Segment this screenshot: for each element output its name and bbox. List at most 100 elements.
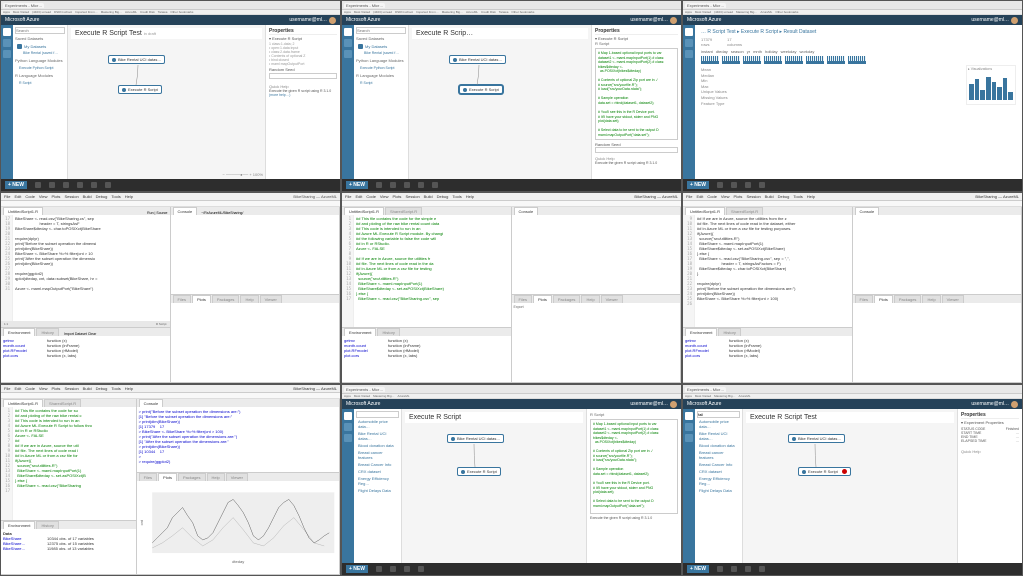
editor-tab[interactable]: SharedScript.R xyxy=(385,207,422,215)
globe-icon[interactable] xyxy=(344,39,352,47)
palette-item[interactable]: Bike Rental (saved f… xyxy=(15,50,65,56)
new-button[interactable]: + NEW xyxy=(346,565,368,573)
module-node[interactable]: Execute R Script xyxy=(118,85,162,94)
new-button[interactable]: + NEW xyxy=(687,181,709,189)
zoom-controls[interactable]: − ─────●── + 100% xyxy=(223,172,264,177)
left-rail[interactable] xyxy=(1,25,13,179)
source-editor[interactable]: 1234567891011121314151617 ## This file c… xyxy=(342,215,511,327)
browser-tabs[interactable]: Experiments - Micr… xyxy=(342,385,681,394)
env-tab[interactable]: Environment xyxy=(3,328,35,336)
discard-icon[interactable] xyxy=(63,182,69,188)
plots-tab[interactable]: Plots xyxy=(192,295,211,303)
more-help-link[interactable]: (more help…) xyxy=(269,93,337,97)
editor-tabs[interactable]: UntitledScript1.RRun | Source xyxy=(1,207,170,215)
publish-icon[interactable] xyxy=(91,182,97,188)
history-tab[interactable]: History xyxy=(36,328,58,336)
command-bar[interactable]: + NEW xyxy=(1,179,340,191)
avatar[interactable] xyxy=(1011,401,1018,408)
save-as-icon[interactable] xyxy=(49,182,55,188)
r-script-editor[interactable]: # Map 1-based optional input ports to va… xyxy=(590,419,678,514)
flask-icon[interactable] xyxy=(3,28,11,36)
editor-tab[interactable]: UntitledScript1.R xyxy=(3,399,43,407)
r-script-editor[interactable]: # Map 1-based optional input ports to va… xyxy=(595,48,678,140)
search-input[interactable] xyxy=(356,411,399,418)
gear-icon[interactable] xyxy=(344,50,352,58)
console-pane[interactable]: > print("Before the subset operation the… xyxy=(137,407,339,472)
random-seed-input[interactable] xyxy=(269,73,337,79)
section-header[interactable]: ▾ Execute R Script xyxy=(269,36,337,41)
experiment-canvas[interactable]: Execute R Scrip… Bike Rental UCI datas… … xyxy=(409,25,591,179)
user-name[interactable]: username@ml… xyxy=(289,17,327,23)
palette-item[interactable]: R Script xyxy=(15,80,65,86)
random-seed-input[interactable] xyxy=(595,147,678,153)
menu-bar[interactable]: FileEditCodeViewPlotsSessionBuildDebugTo… xyxy=(683,193,1022,201)
dataset-node[interactable]: Bike Rental UCI datas… xyxy=(447,434,504,443)
palette-item[interactable]: Bike Rental (saved f… xyxy=(356,50,406,56)
flask-icon[interactable] xyxy=(344,28,352,36)
globe-icon[interactable] xyxy=(3,39,11,47)
editor-tab[interactable]: UntitledScript1.R xyxy=(344,207,384,215)
browser-tabs[interactable]: Experiments - Micr… xyxy=(1,1,340,10)
breadcrumb[interactable]: … R Script Test ▸ Execute R Script ▸ Res… xyxy=(701,29,1016,35)
save-icon[interactable] xyxy=(35,182,41,188)
console-pane[interactable] xyxy=(171,215,340,294)
viewer-tab[interactable]: Viewer xyxy=(260,295,282,303)
run-icon[interactable] xyxy=(77,182,83,188)
console-pane[interactable] xyxy=(512,215,681,294)
palette-group[interactable]: R Language Modules xyxy=(15,73,65,78)
left-rail[interactable] xyxy=(683,25,695,179)
source-editor[interactable]: 91011121314151617181920212223242526 ## I… xyxy=(683,215,852,327)
new-button[interactable]: + NEW xyxy=(5,181,27,189)
packages-tab[interactable]: Packages xyxy=(212,295,240,303)
avatar[interactable] xyxy=(329,17,336,24)
palette-item[interactable]: Execute Python Script xyxy=(15,65,65,71)
experiment-title[interactable]: Execute R Script Test in draft xyxy=(71,28,262,39)
module-node-selected[interactable]: Execute R Script xyxy=(459,85,503,94)
editor-tab[interactable]: UntitledScript1.R xyxy=(685,207,725,215)
palette-item[interactable]: My Datasets xyxy=(356,43,406,50)
experiment-title[interactable]: Execute R Scrip… xyxy=(412,28,588,39)
new-button[interactable]: + NEW xyxy=(346,181,368,189)
environment-pane[interactable]: getmvfunction (x) month.countfunction (i… xyxy=(342,336,511,382)
experiment-canvas[interactable]: Execute R Script Test in draft Bike Rent… xyxy=(68,25,265,179)
palette-group[interactable]: Saved Datasets xyxy=(15,36,65,41)
palette-item[interactable]: My Datasets xyxy=(15,43,65,50)
console-tab[interactable]: Console xyxy=(173,207,198,215)
export-button[interactable]: Export xyxy=(514,305,524,309)
browser-tabs[interactable]: Experiments - Micr… xyxy=(683,1,1022,10)
dataset-node[interactable]: Bike Rental UCI datas… xyxy=(449,55,506,64)
browser-tabs[interactable]: Experiments - Micr… xyxy=(683,385,1022,394)
search-input[interactable] xyxy=(15,27,65,34)
new-button[interactable]: + NEW xyxy=(687,565,709,573)
section-header[interactable]: ▾ Experiment Properties xyxy=(961,420,1019,425)
module-node-error[interactable]: Execute R Script xyxy=(798,467,851,476)
source-editor[interactable]: 1234567891011121314151617 ## This file c… xyxy=(1,407,136,520)
menu-bar[interactable]: FileEditCodeViewPlotsSessionBuildDebugTo… xyxy=(1,193,340,201)
palette-group[interactable]: Python Language Modules xyxy=(15,58,65,63)
gear-icon[interactable] xyxy=(3,50,11,58)
avatar[interactable] xyxy=(1011,17,1018,24)
dataset-node[interactable]: Bike Rental UCI datas… xyxy=(108,55,165,64)
avatar[interactable] xyxy=(670,401,677,408)
environment-pane[interactable]: getmvfunction (x) month.countfunction (i… xyxy=(1,336,170,382)
environment-pane[interactable]: Data BikeShare10344 obs. of 17 variables… xyxy=(1,529,136,574)
error-icon[interactable] xyxy=(842,469,847,474)
search-input[interactable] xyxy=(356,27,406,34)
browser-tabs[interactable]: Experiments - Micr… xyxy=(342,1,681,10)
column-headers[interactable]: instantdtedayseasonyrmnthholidayweekdayw… xyxy=(701,49,1016,54)
module-palette[interactable]: Saved Datasets My Datasets Bike Rental (… xyxy=(13,25,68,179)
menu-bar[interactable]: FileEditCodeViewPlotsSessionBuildDebugTo… xyxy=(1,385,340,393)
left-rail[interactable] xyxy=(342,25,354,179)
module-palette[interactable]: Automobile price data… Bike Rental UCI d… xyxy=(695,409,743,563)
module-palette[interactable]: Saved Datasets My Datasets Bike Rental (… xyxy=(354,25,409,179)
module-node[interactable]: Execute R Script xyxy=(457,467,501,476)
dataset-node[interactable]: Bike Rental UCI datas… xyxy=(788,434,845,443)
module-palette[interactable]: Automobile price data… Bike Rental UCI d… xyxy=(354,409,402,563)
source-editor[interactable]: 171819202122232425262728293031 BikeShare… xyxy=(1,215,170,321)
help-tab[interactable]: Help xyxy=(240,295,258,303)
avatar[interactable] xyxy=(670,17,677,24)
palette-item[interactable]: R Script xyxy=(356,80,406,86)
console-pane[interactable] xyxy=(853,215,1022,294)
experiment-canvas[interactable]: Execute R Script Test Bike Rental UCI da… xyxy=(743,409,957,563)
experiment-canvas[interactable]: Execute R Script Bike Rental UCI datas… … xyxy=(402,409,586,563)
